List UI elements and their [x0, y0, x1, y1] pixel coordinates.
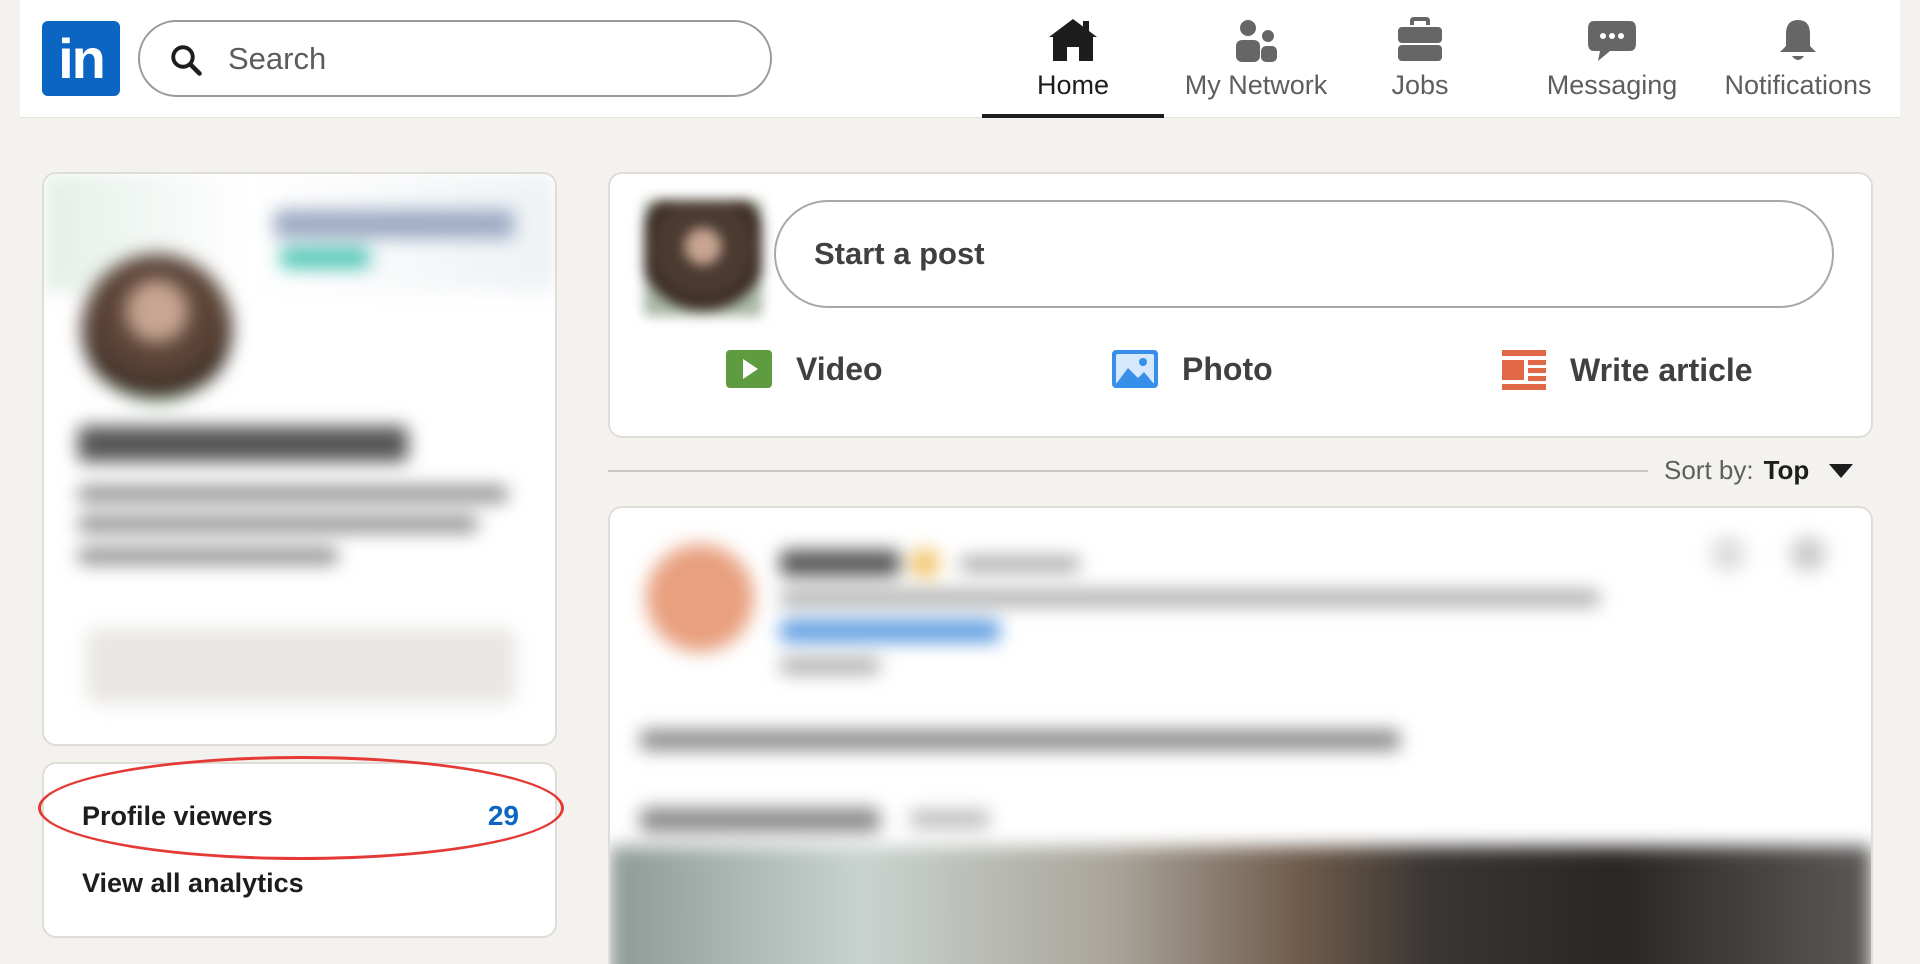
- profile-card-button[interactable]: [86, 628, 516, 704]
- write-article-action-label: Write article: [1570, 351, 1753, 388]
- video-icon: [726, 350, 772, 388]
- post-author-avatar[interactable]: [646, 544, 754, 652]
- nav-jobs-label: Jobs: [1391, 70, 1449, 100]
- sort-dropdown[interactable]: Sort by: Top: [1664, 455, 1854, 486]
- profile-viewers-label: Profile viewers: [82, 800, 273, 831]
- sort-label: Sort by:: [1664, 455, 1754, 485]
- search-box[interactable]: [138, 20, 772, 97]
- nav-jobs[interactable]: Jobs: [1370, 0, 1470, 118]
- post-composer-card: Start a post Video Photo Write article: [608, 172, 1873, 438]
- bell-icon: [1780, 20, 1816, 60]
- photo-action-label: Photo: [1182, 350, 1273, 387]
- messaging-icon: [1588, 21, 1636, 61]
- photo-icon: [1112, 350, 1158, 388]
- home-icon: [1049, 19, 1097, 61]
- feed-divider: [608, 470, 1648, 472]
- nav-home[interactable]: Home: [982, 0, 1164, 118]
- nav-messaging[interactable]: Messaging: [1546, 0, 1678, 118]
- linkedin-logo[interactable]: in: [42, 21, 120, 96]
- caret-down-icon: [1829, 463, 1854, 478]
- search-input[interactable]: [228, 34, 748, 84]
- nav-my-network[interactable]: My Network: [1177, 0, 1335, 118]
- nav-my-network-label: My Network: [1184, 70, 1328, 100]
- profile-viewers-row[interactable]: Profile viewers 29: [82, 800, 519, 832]
- profile-viewers-count: 29: [487, 800, 519, 831]
- feed-post-card[interactable]: [608, 506, 1873, 964]
- user-avatar[interactable]: [644, 200, 762, 316]
- analytics-card: Profile viewers 29 View all analytics: [42, 762, 557, 938]
- search-icon: [171, 45, 202, 76]
- nav-messaging-label: Messaging: [1546, 70, 1678, 100]
- nav-home-label: Home: [1036, 70, 1110, 100]
- start-post-button[interactable]: Start a post: [774, 200, 1834, 308]
- article-icon: [1502, 350, 1546, 390]
- write-article-action-button[interactable]: Write article: [1502, 350, 1753, 390]
- profile-card[interactable]: [42, 172, 557, 746]
- nav-notifications-label: Notifications: [1724, 70, 1872, 100]
- sort-value: Top: [1763, 455, 1810, 485]
- nav-notifications[interactable]: Notifications: [1718, 0, 1878, 118]
- post-image[interactable]: [610, 846, 1871, 964]
- briefcase-icon: [1398, 17, 1442, 61]
- network-icon: [1236, 20, 1277, 62]
- profile-avatar[interactable]: [82, 254, 232, 404]
- video-action-button[interactable]: Video: [726, 350, 883, 388]
- video-action-label: Video: [796, 350, 883, 387]
- view-all-analytics-link[interactable]: View all analytics: [82, 868, 304, 899]
- top-navigation-bar: in Home My Network: [20, 0, 1900, 118]
- photo-action-button[interactable]: Photo: [1112, 350, 1273, 388]
